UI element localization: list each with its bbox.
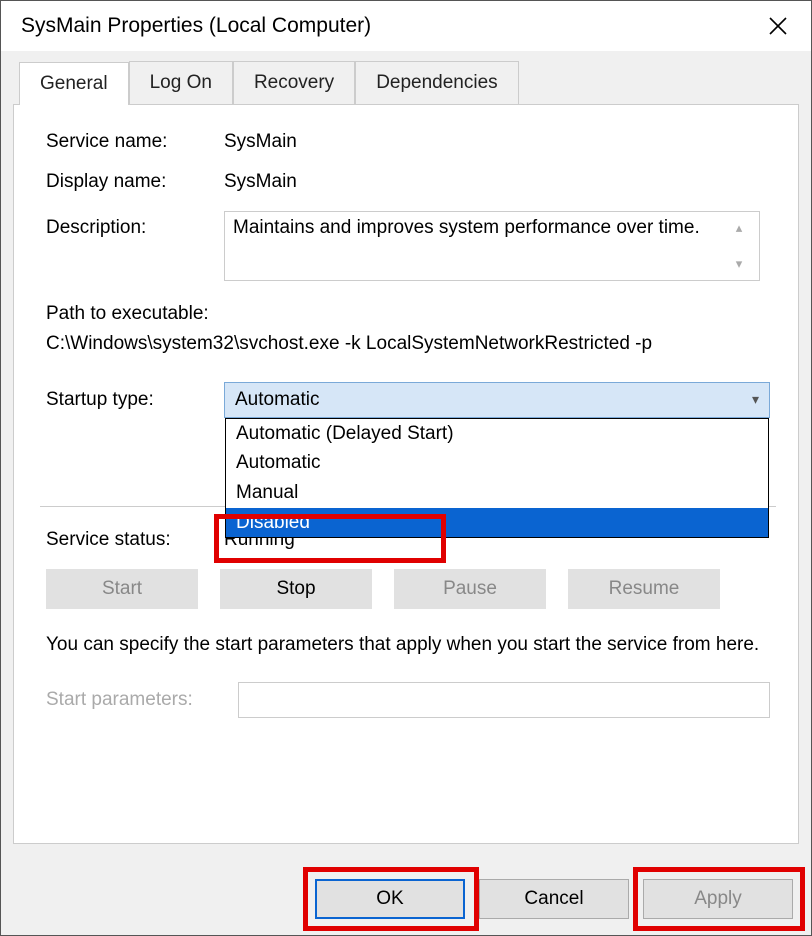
dialog-body: General Log On Recovery Dependencies Ser… [1, 51, 811, 863]
label-display-name: Display name: [46, 171, 224, 193]
tabstrip: General Log On Recovery Dependencies [19, 61, 799, 104]
startup-type-selected: Automatic [235, 389, 319, 411]
apply-button[interactable]: Apply [643, 879, 793, 919]
startup-option-delayed[interactable]: Automatic (Delayed Start) [226, 419, 768, 449]
scroll-down-icon: ▾ [736, 256, 743, 272]
pause-button[interactable]: Pause [394, 569, 546, 609]
ok-button[interactable]: OK [315, 879, 465, 919]
stop-button[interactable]: Stop [220, 569, 372, 609]
chevron-down-icon: ▾ [752, 391, 759, 408]
resume-button[interactable]: Resume [568, 569, 720, 609]
value-path: C:\Windows\system32\svchost.exe -k Local… [46, 329, 770, 359]
close-icon [769, 17, 787, 35]
close-button[interactable] [763, 11, 793, 41]
start-params-note: You can specify the start parameters tha… [46, 631, 770, 659]
label-path: Path to executable: [46, 299, 770, 329]
scroll-up-icon: ▴ [736, 220, 743, 236]
tab-logon[interactable]: Log On [129, 61, 233, 104]
description-scrollbar[interactable]: ▴ ▾ [727, 216, 751, 276]
startup-option-automatic[interactable]: Automatic [226, 448, 768, 478]
start-button[interactable]: Start [46, 569, 198, 609]
label-startup-type: Startup type: [46, 389, 224, 411]
startup-option-manual[interactable]: Manual [226, 478, 768, 508]
value-service-name: SysMain [224, 131, 297, 153]
dialog-footer: OK Cancel Apply [1, 863, 811, 935]
label-service-name: Service name: [46, 131, 224, 153]
start-parameters-input[interactable] [238, 682, 770, 718]
properties-dialog: SysMain Properties (Local Computer) Gene… [0, 0, 812, 936]
tab-panel-general: Service name: SysMain Display name: SysM… [13, 104, 799, 844]
label-service-status: Service status: [46, 529, 224, 551]
startup-type-dropdown: Automatic (Delayed Start) Automatic Manu… [225, 418, 769, 539]
startup-option-disabled[interactable]: Disabled [226, 508, 768, 538]
startup-type-combo[interactable]: Automatic ▾ Automatic (Delayed Start) Au… [224, 382, 770, 418]
description-box: Maintains and improves system performanc… [224, 211, 760, 281]
value-display-name: SysMain [224, 171, 297, 193]
tab-recovery[interactable]: Recovery [233, 61, 355, 104]
tab-dependencies[interactable]: Dependencies [355, 61, 518, 104]
label-description: Description: [46, 211, 224, 239]
label-start-parameters: Start parameters: [46, 689, 238, 711]
value-description: Maintains and improves system performanc… [233, 216, 727, 276]
cancel-button[interactable]: Cancel [479, 879, 629, 919]
window-title: SysMain Properties (Local Computer) [21, 14, 371, 38]
tab-general[interactable]: General [19, 62, 129, 105]
titlebar: SysMain Properties (Local Computer) [1, 1, 811, 51]
